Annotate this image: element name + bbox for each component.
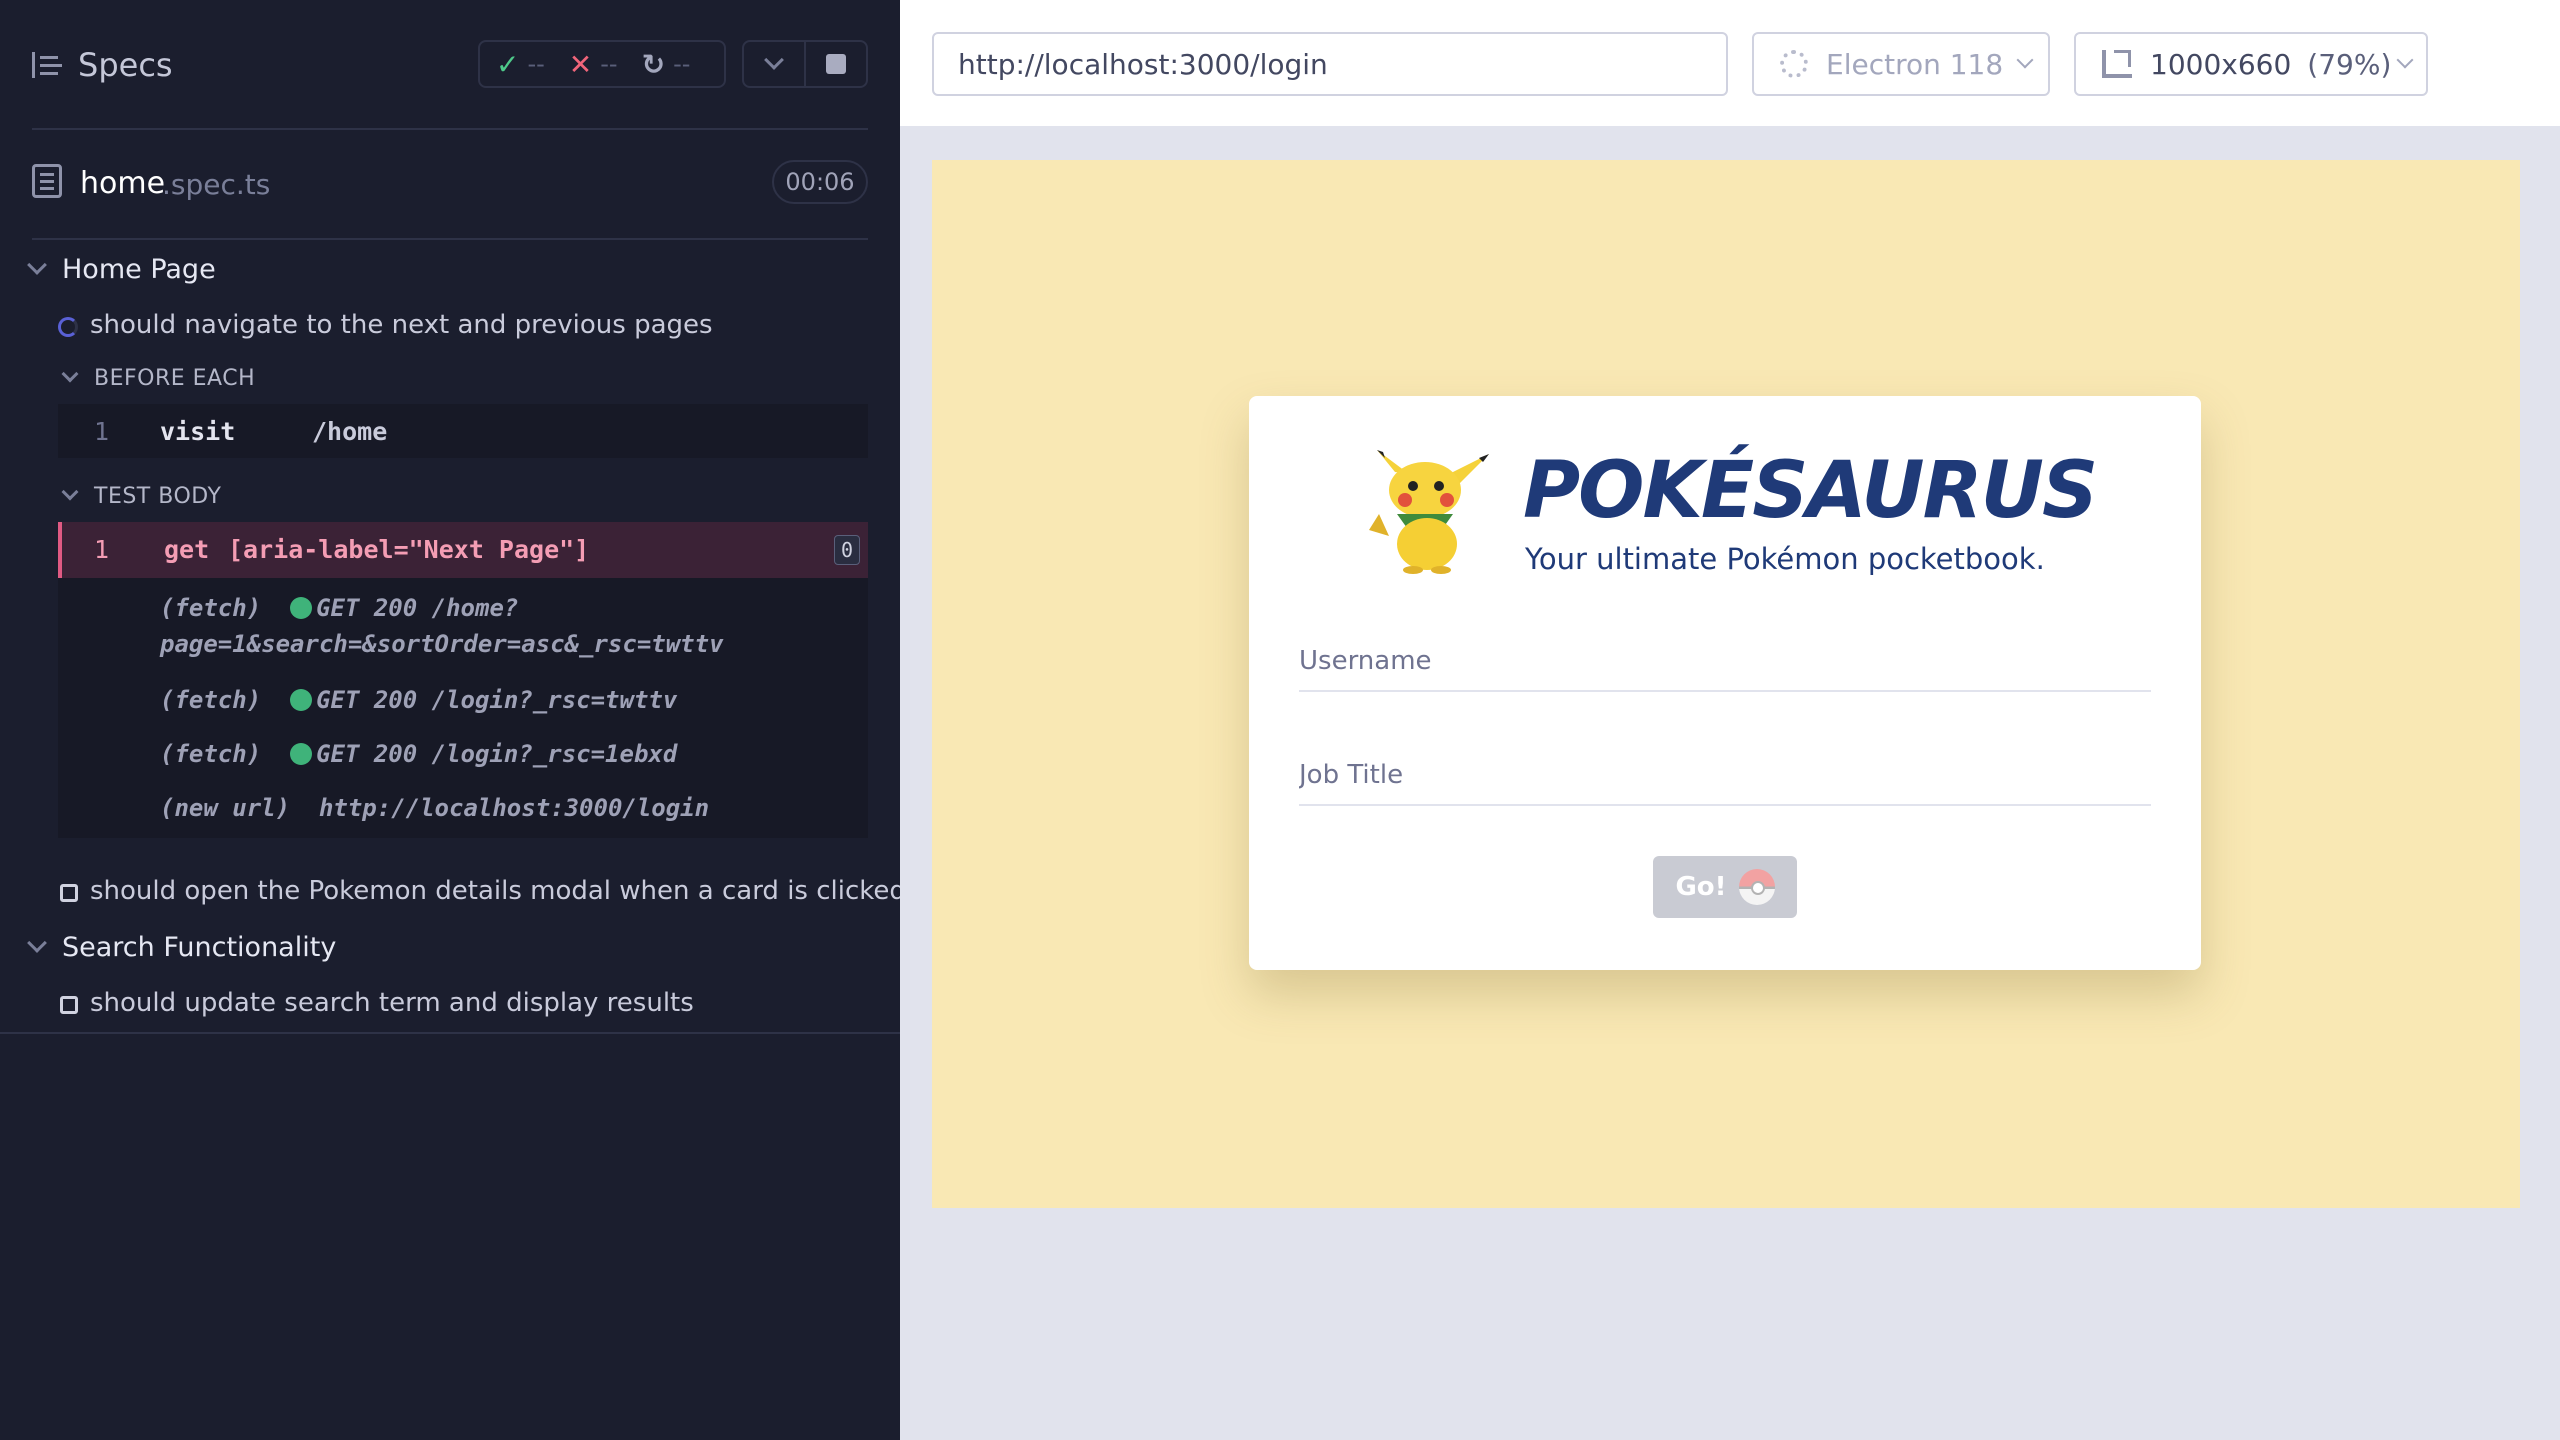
username-input[interactable] xyxy=(1299,632,2151,690)
go-button[interactable]: Go! xyxy=(1653,856,1797,918)
log-type: (fetch) xyxy=(160,740,262,768)
viewport-selector[interactable]: 1000x660 (79%) xyxy=(2074,32,2428,96)
log-text: GET 200 /home? xyxy=(316,594,519,622)
reporter-header: Specs ✓ -- ✕ -- ↻ -- xyxy=(0,0,900,130)
viewport-size: 1000x660 xyxy=(2150,47,2292,81)
test-title: should update search term and display re… xyxy=(90,988,694,1018)
command-message: [aria-label="Next Page"] xyxy=(228,535,590,564)
spec-divider xyxy=(32,238,868,240)
check-icon: ✓ xyxy=(496,47,520,81)
chevron-down-icon xyxy=(61,365,79,383)
log-new-url[interactable]: (new url) http://localhost:3000/login xyxy=(160,794,709,822)
pending-stat: ↻ -- xyxy=(642,48,691,81)
log-type: (fetch) xyxy=(160,594,262,622)
element-count-badge: 0 xyxy=(834,535,860,565)
test-stats: ✓ -- ✕ -- ↻ -- xyxy=(478,40,726,88)
url-bar[interactable]: http://localhost:3000/login xyxy=(932,32,1728,96)
pikachu-logo-icon xyxy=(1369,450,1489,574)
reporter-bottom-divider xyxy=(0,1032,900,1034)
spec-duration: 00:06 xyxy=(772,160,868,204)
job-title-field xyxy=(1299,746,2151,806)
test-title: should open the Pokemon details modal wh… xyxy=(90,876,906,906)
go-button-label: Go! xyxy=(1675,872,1727,902)
pending-count: -- xyxy=(673,50,691,78)
passed-count: -- xyxy=(527,50,545,78)
log-type: (fetch) xyxy=(160,686,262,714)
chevron-down-icon xyxy=(27,255,47,275)
command-visit[interactable]: 1 visit /home xyxy=(58,404,868,456)
test-title: should navigate to the next and previous… xyxy=(90,310,713,340)
browser-label: Electron 118 xyxy=(1826,47,2004,81)
viewport-scale: (79%) xyxy=(2307,47,2392,81)
running-spinner-icon xyxy=(58,317,78,337)
stop-icon xyxy=(826,54,846,74)
before-each-commands: 1 visit /home xyxy=(58,404,868,458)
command-get-active[interactable]: 1 get [aria-label="Next Page"] 0 xyxy=(58,522,868,578)
log-fetch-home[interactable]: (fetch) GET 200 /home? xyxy=(160,594,518,622)
status-dot-icon xyxy=(290,689,313,711)
document-icon xyxy=(32,164,62,198)
log-text: GET 200 /login?_rsc=twttv xyxy=(316,686,678,714)
electron-icon xyxy=(1780,50,1808,78)
passed-stat: ✓ -- xyxy=(496,48,545,81)
chevron-down-icon xyxy=(2396,51,2414,69)
expand-button[interactable] xyxy=(744,42,804,86)
pending-test-icon xyxy=(60,996,78,1014)
status-dot-icon xyxy=(290,597,313,619)
spec-file-row[interactable]: home .spec.ts 00:06 xyxy=(0,150,900,240)
refresh-icon: ↻ xyxy=(641,47,666,81)
command-name: visit xyxy=(160,417,236,446)
browser-selector[interactable]: Electron 118 xyxy=(1752,32,2050,96)
suite-title: Home Page xyxy=(62,254,216,285)
stop-button[interactable] xyxy=(804,42,866,86)
command-message: /home xyxy=(312,417,388,446)
cross-icon: ✕ xyxy=(568,47,593,81)
login-card: POKÉSAURUS Your ultimate Pokémon pocketb… xyxy=(1249,396,2201,970)
log-text: GET 200 /login?_rsc=1ebxd xyxy=(316,740,678,768)
test-body-commands: 1 get [aria-label="Next Page"] 0 (fetch)… xyxy=(58,522,868,838)
chevron-down-icon xyxy=(27,933,47,953)
spec-name: home xyxy=(80,166,166,201)
hook-title: TEST BODY xyxy=(94,484,222,509)
pokeball-icon xyxy=(1738,869,1775,905)
viewport-icon xyxy=(2102,50,2132,78)
aut-toolbar: http://localhost:3000/login Electron 118… xyxy=(900,0,2560,128)
app-brand-title: POKÉSAURUS xyxy=(1523,446,2098,536)
app-viewport: POKÉSAURUS Your ultimate Pokémon pocketb… xyxy=(932,160,2520,1208)
specs-title[interactable]: Specs xyxy=(78,46,173,84)
command-name: get xyxy=(164,535,210,564)
log-fetch-login-2[interactable]: (fetch) GET 200 /login?_rsc=1ebxd xyxy=(160,740,677,768)
run-controls xyxy=(742,40,868,88)
reporter-panel: Specs ✓ -- ✕ -- ↻ -- home .spec.ts 00:06 Ho… xyxy=(0,0,906,1440)
failed-stat: ✕ -- xyxy=(569,48,618,81)
log-text: http://localhost:3000/login xyxy=(318,794,710,822)
pending-test-icon xyxy=(60,884,78,902)
chevron-down-icon xyxy=(764,50,784,70)
username-field xyxy=(1299,632,2151,692)
job-title-input[interactable] xyxy=(1299,746,2151,804)
command-number: 1 xyxy=(94,535,110,564)
command-number: 1 xyxy=(94,417,110,446)
log-text-continued: page=1&search=&sortOrder=asc&_rsc=twttv xyxy=(160,630,724,658)
log-fetch-login-1[interactable]: (fetch) GET 200 /login?_rsc=twttv xyxy=(160,686,677,714)
specs-menu-icon[interactable] xyxy=(32,50,64,80)
hook-title: BEFORE EACH xyxy=(94,366,256,391)
spec-extension: .spec.ts xyxy=(162,168,271,201)
log-fetch-home-cont: page=1&search=&sortOrder=asc&_rsc=twttv xyxy=(160,630,724,658)
failed-count: -- xyxy=(600,50,618,78)
app-tagline: Your ultimate Pokémon pocketbook. xyxy=(1525,542,2045,576)
chevron-down-icon xyxy=(61,483,79,501)
header-divider xyxy=(32,128,868,130)
chevron-down-icon xyxy=(2016,51,2034,69)
suite-title: Search Functionality xyxy=(62,932,337,963)
status-dot-icon xyxy=(290,743,313,765)
app-under-test-panel: http://localhost:3000/login Electron 118… xyxy=(900,0,2560,1440)
log-type: (new url) xyxy=(160,794,291,822)
